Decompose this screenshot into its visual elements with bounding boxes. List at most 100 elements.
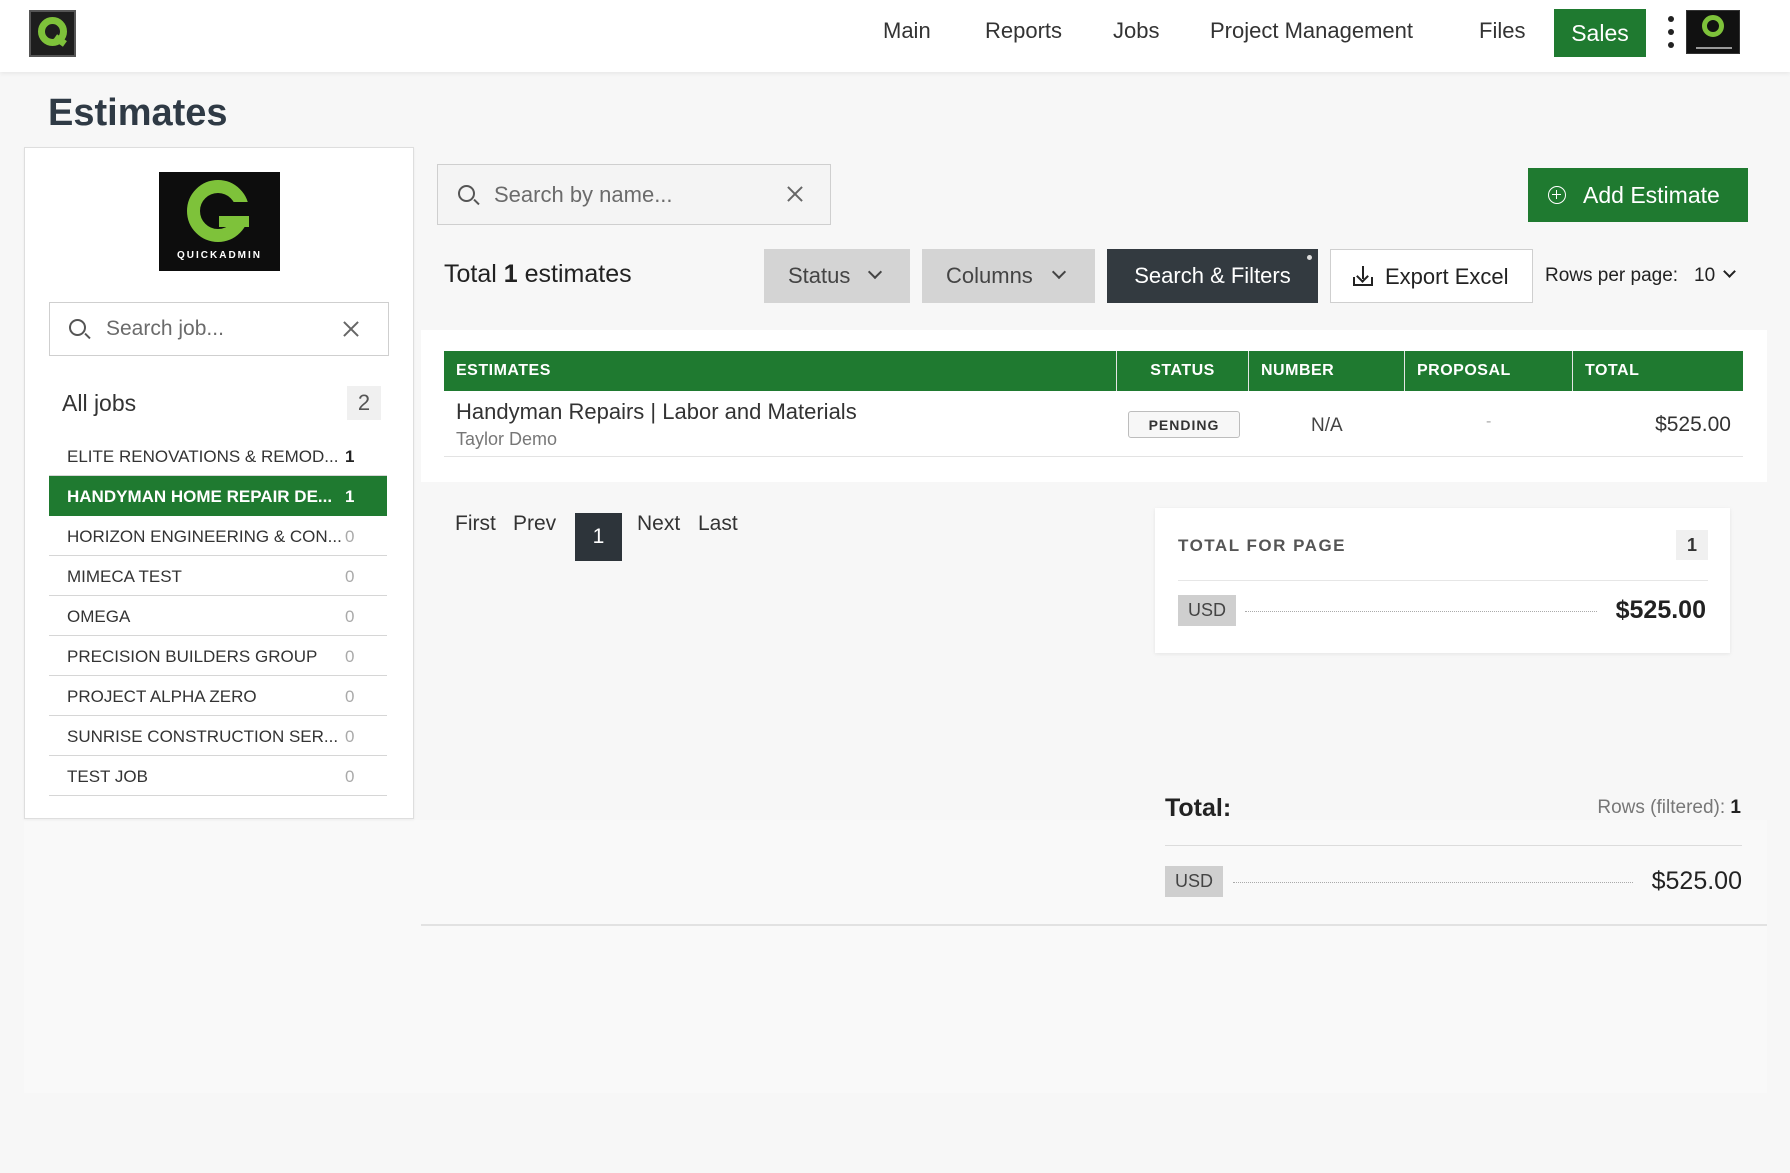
nav-reports[interactable]: Reports bbox=[985, 18, 1062, 44]
job-list: ELITE RENOVATIONS & REMOD... 1 HANDYMAN H… bbox=[49, 436, 387, 796]
pagination-first[interactable]: First bbox=[455, 512, 496, 536]
company-avatar[interactable] bbox=[1686, 10, 1740, 54]
job-count: 0 bbox=[345, 607, 355, 626]
estimate-name[interactable]: Handyman Repairs | Labor and Materials bbox=[456, 399, 857, 425]
search-filters-button[interactable]: Search & Filters bbox=[1107, 249, 1318, 303]
job-count: 0 bbox=[345, 727, 355, 746]
status-badge: PENDING bbox=[1128, 411, 1240, 438]
total-prefix: Total bbox=[444, 260, 497, 288]
job-list-item[interactable]: PROJECT ALPHA ZERO 0 bbox=[49, 676, 387, 716]
nav-project-management[interactable]: Project Management bbox=[1210, 18, 1413, 44]
job-list-item-active[interactable]: HANDYMAN HOME REPAIR DE... 1 bbox=[49, 476, 387, 516]
job-count: 0 bbox=[345, 687, 355, 706]
status-filter-button[interactable]: Status bbox=[764, 249, 910, 303]
pagination-next[interactable]: Next bbox=[637, 512, 680, 536]
column-header-total[interactable]: TOTAL bbox=[1573, 351, 1743, 391]
job-list-item[interactable]: PRECISION BUILDERS GROUP 0 bbox=[49, 636, 387, 676]
column-header-estimates[interactable]: ESTIMATES bbox=[444, 351, 1117, 391]
job-count: 0 bbox=[345, 767, 355, 786]
rows-filtered-label: Rows (filtered): bbox=[1597, 797, 1726, 818]
clear-search-icon[interactable] bbox=[786, 185, 804, 203]
table-header: ESTIMATES STATUS NUMBER PROPOSAL TOTAL bbox=[444, 351, 1743, 391]
job-label: ELITE RENOVATIONS & REMOD... bbox=[67, 447, 339, 466]
job-list-item[interactable]: TEST JOB 0 bbox=[49, 756, 387, 796]
plus-circle-icon bbox=[1548, 186, 1566, 204]
export-excel-button[interactable]: Export Excel bbox=[1330, 249, 1533, 303]
rows-per-page-select[interactable]: 10 bbox=[1694, 265, 1715, 287]
job-label: PRECISION BUILDERS GROUP bbox=[67, 647, 318, 666]
estimate-number: N/A bbox=[1311, 415, 1343, 436]
job-count: 0 bbox=[345, 527, 355, 546]
jobs-sidebar: QUICKADMIN All jobs 2 ELITE RENOVATIONS … bbox=[24, 147, 414, 819]
estimate-total: $525.00 bbox=[1655, 413, 1731, 436]
columns-button[interactable]: Columns bbox=[922, 249, 1095, 303]
job-label: OMEGA bbox=[67, 607, 131, 626]
pagination-prev[interactable]: Prev bbox=[513, 512, 556, 536]
rows-per-page-label: Rows per page: bbox=[1545, 265, 1679, 286]
chevron-down-icon[interactable] bbox=[1723, 265, 1736, 278]
job-search-box bbox=[49, 302, 389, 356]
nav-sales[interactable]: Sales bbox=[1554, 9, 1646, 57]
job-label: HORIZON ENGINEERING & CON... bbox=[67, 527, 342, 546]
job-label: HANDYMAN HOME REPAIR DE... bbox=[67, 487, 333, 506]
dotted-leader bbox=[1233, 882, 1633, 883]
add-estimate-label: Add Estimate bbox=[1583, 182, 1720, 208]
add-estimate-button[interactable]: Add Estimate bbox=[1528, 168, 1748, 222]
job-list-item[interactable]: HORIZON ENGINEERING & CON... 0 bbox=[49, 516, 387, 556]
pagination-current-page[interactable]: 1 bbox=[575, 513, 622, 561]
columns-label: Columns bbox=[946, 263, 1033, 288]
total-count: 1 bbox=[503, 260, 518, 288]
divider bbox=[421, 924, 1767, 926]
app-logo-icon[interactable] bbox=[29, 10, 76, 57]
chevron-down-icon bbox=[867, 264, 883, 280]
column-header-proposal[interactable]: PROPOSAL bbox=[1405, 351, 1573, 391]
job-count: 1 bbox=[345, 447, 355, 466]
job-count: 0 bbox=[345, 647, 355, 666]
job-list-item[interactable]: SUNRISE CONSTRUCTION SER... 0 bbox=[49, 716, 387, 756]
page-background bbox=[24, 820, 1767, 1093]
estimate-search-input[interactable] bbox=[494, 165, 784, 224]
filter-indicator-dot bbox=[1307, 255, 1312, 260]
grand-total-label: Total: bbox=[1165, 794, 1232, 822]
nav-main[interactable]: Main bbox=[883, 18, 931, 44]
total-suffix: estimates bbox=[524, 260, 632, 288]
grand-total-amount: $525.00 bbox=[1651, 867, 1742, 895]
download-icon bbox=[1353, 266, 1373, 286]
nav-jobs[interactable]: Jobs bbox=[1113, 18, 1159, 44]
job-label: PROJECT ALPHA ZERO bbox=[67, 687, 257, 706]
rows-filtered-count: 1 bbox=[1730, 797, 1741, 818]
currency-badge: USD bbox=[1165, 866, 1224, 897]
divider bbox=[1165, 845, 1742, 846]
more-menu-icon[interactable] bbox=[1666, 12, 1676, 52]
search-icon bbox=[458, 185, 480, 207]
chevron-down-icon bbox=[1051, 264, 1067, 280]
job-label: TEST JOB bbox=[67, 767, 148, 786]
export-excel-label: Export Excel bbox=[1385, 264, 1509, 289]
all-jobs-count: 2 bbox=[347, 386, 381, 420]
pagination-last[interactable]: Last bbox=[698, 512, 738, 536]
divider bbox=[1178, 580, 1708, 581]
clear-job-search-icon[interactable] bbox=[342, 320, 360, 338]
job-list-item[interactable]: ELITE RENOVATIONS & REMOD... 1 bbox=[49, 436, 387, 476]
quickadmin-logo: QUICKADMIN bbox=[159, 172, 280, 271]
nav-files[interactable]: Files bbox=[1479, 18, 1525, 44]
search-icon bbox=[69, 319, 91, 341]
job-list-item[interactable]: OMEGA 0 bbox=[49, 596, 387, 636]
page-total-card: TOTAL FOR PAGE 1 USD $525.00 bbox=[1155, 508, 1730, 653]
job-count: 0 bbox=[345, 567, 355, 586]
estimate-proposal: - bbox=[1486, 413, 1492, 430]
page-total-count: 1 bbox=[1676, 530, 1708, 560]
column-header-number[interactable]: NUMBER bbox=[1249, 351, 1405, 391]
job-label: SUNRISE CONSTRUCTION SER... bbox=[67, 727, 339, 746]
search-filters-label: Search & Filters bbox=[1134, 263, 1291, 288]
currency-badge: USD bbox=[1178, 595, 1237, 626]
job-list-item[interactable]: MIMECA TEST 0 bbox=[49, 556, 387, 596]
rows-filtered: Rows (filtered): 1 bbox=[1597, 797, 1741, 819]
job-label: MIMECA TEST bbox=[67, 567, 182, 586]
column-header-status[interactable]: STATUS bbox=[1117, 351, 1249, 391]
job-search-input[interactable] bbox=[106, 303, 336, 355]
top-navigation-bar: Main Reports Jobs Project Management Fil… bbox=[0, 0, 1790, 72]
all-jobs-label[interactable]: All jobs bbox=[62, 390, 136, 417]
table-row[interactable]: Handyman Repairs | Labor and Materials T… bbox=[444, 391, 1743, 457]
status-filter-label: Status bbox=[788, 263, 851, 288]
